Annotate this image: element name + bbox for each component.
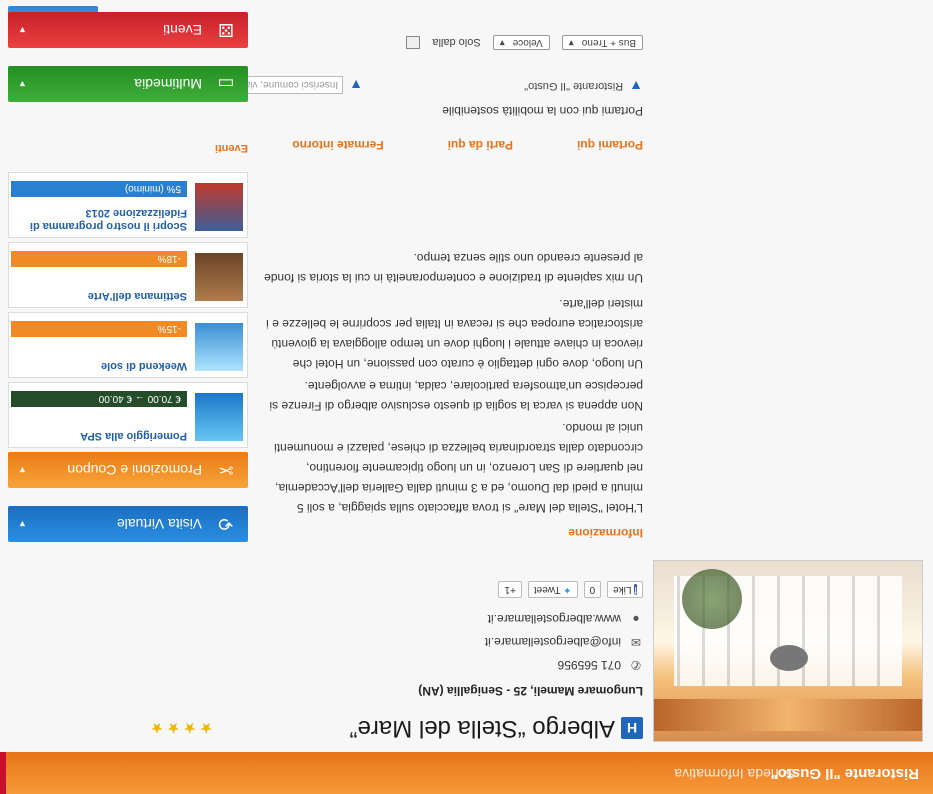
email-link[interactable]: info@albergostellamare.it [485,635,621,649]
facebook-like-button[interactable]: f Like [607,581,643,598]
chevron-down-icon: ▾ [568,37,574,48]
promo-price-bar: -15% [11,321,187,337]
virtual-tour-button[interactable]: ⟲ Visita Virtuale ▼ [8,506,248,542]
twitter-icon: ✦ [563,584,572,595]
monitor-icon: ▭ [217,74,235,95]
filters-row: Bus + Treno ▾ Veloce ▾ Solo dalla [406,35,643,50]
phone-row: ✆ 071 565956 [558,658,643,672]
promo-thumbnail [195,323,243,371]
page-canvas: Ristorante "Il Gusto" Scheda Informativa… [0,0,933,794]
parti-da-qui-link[interactable]: Parti da qui [448,138,513,152]
mail-icon: ✉ [630,635,642,649]
hotel-photo [653,560,923,742]
caret-icon: ▼ [18,519,27,529]
info-paragraph-1: L'Hotel "Stella del Mare" si trova affac… [274,421,643,515]
gplus-button[interactable]: +1 [498,581,522,598]
promo-title: Scopri il nostro programma di Fidelizzaz… [29,207,187,232]
calendar-icon[interactable] [406,36,421,49]
eventi-section-label: Eventi [214,142,248,154]
promo-card[interactable]: Scopri il nostro programma di Fidelizzaz… [8,172,248,238]
promo-thumbnail [195,253,243,301]
fermate-intorno-link[interactable]: Fermate intorno [292,138,383,152]
hotel-address: Lungomare Mameli, 25 - Senigallia (AN) [418,684,643,698]
caret-icon: ▼ [18,25,27,35]
speed-select[interactable]: Veloce ▾ [492,35,550,50]
multimedia-button[interactable]: ▭ Multimedia ▼ [8,66,248,102]
location-pin-icon: ▼ [349,77,363,93]
header-accent-strip [0,752,6,794]
portami-qui-link[interactable]: Portami qui [577,138,643,152]
info-paragraph-4: Un mix sapiente di tradizione e contempo… [264,251,643,285]
phone-icon: ✆ [630,658,642,672]
facebook-icon: f [634,584,637,595]
website-link[interactable]: www.albergostellamare.it [488,612,621,626]
mobility-text: Portami qui con la mobilità sostenibile [442,104,643,118]
website-row: ● www.albergostellamare.it [488,612,643,626]
page-title: H Albergo “Stella del Mare” [350,714,643,742]
directions-links: Portami qui Parti da qui Fermate intorno [292,138,643,152]
email-row: ✉ info@albergostellamare.it [485,635,643,649]
hotel-icon: H [621,717,643,739]
promo-title: Pomeriggio alla SPA [80,430,187,442]
tweet-button[interactable]: ✦ Tweet [527,581,578,598]
info-title: Informazione [568,526,643,540]
photo-lamp [770,645,808,671]
promo-thumbnail [195,393,243,441]
promo-price-bar: 5% (minimo) [11,181,187,197]
chevron-down-icon: ▾ [499,37,505,48]
hotel-name: Albergo “Stella del Mare” [349,715,615,742]
rotate-360-icon: ⟲ [218,514,234,535]
promo-title: Weekend di sole [101,360,187,372]
star-rating: ★★★★ [147,719,213,736]
tab-scheda-informativa[interactable]: Scheda Informativa [674,766,795,782]
promo-price-bar: -18% [11,251,187,267]
coupon-icon: ✂ [218,460,234,481]
like-count: 0 [583,581,602,598]
phone-number[interactable]: 071 565956 [558,658,621,672]
promo-title: Settimana dell'Arte [87,290,187,302]
origin-row: ▼ Ristorante "Il Gusto" [524,78,643,94]
caret-icon: ▼ [18,465,27,475]
location-pin-icon: ▼ [629,78,643,94]
header-bar: Ristorante "Il Gusto" Scheda Informativa [0,752,933,794]
promo-coupon-button[interactable]: ✂ Promozioni e Coupon ▼ [8,452,248,488]
photo-beam [654,699,922,731]
eventi-button[interactable]: ⚄ Eventi ▼ [8,12,248,48]
origin-label: Ristorante "Il Gusto" [524,80,624,92]
globe-icon: ● [632,612,640,626]
info-paragraph-2: Non appena si varca la soglia di questo … [269,379,643,413]
caret-icon: ▼ [18,79,27,89]
info-paragraph-3: Un luogo, dove ogni dettaglio è curato c… [266,297,643,371]
dice-icon: ⚄ [218,20,234,41]
promo-card[interactable]: Pomeriggio alla SPA € 70.00 → € 40.00 [8,382,248,448]
promo-card[interactable]: Weekend di sole -15% [8,312,248,378]
solo-dalla-label: Solo dalla [432,36,481,49]
promo-price-bar: € 70.00 → € 40.00 [11,391,187,407]
photo-plant [682,569,742,629]
social-buttons: f Like 0 ✦ Tweet +1 [498,581,643,598]
promo-thumbnail [195,183,243,231]
mezzo-select[interactable]: Bus + Treno ▾ [561,35,643,50]
promo-card[interactable]: Settimana dell'Arte -18% [8,242,248,308]
